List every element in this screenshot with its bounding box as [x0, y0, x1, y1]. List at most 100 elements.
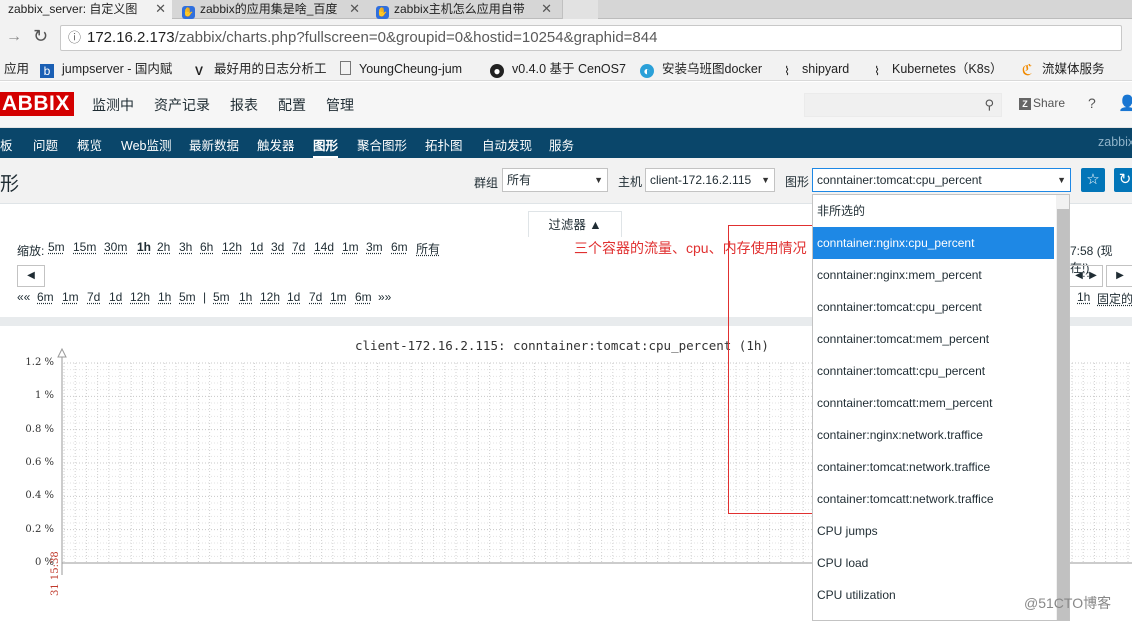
nav-link[interactable]: 5m [213, 290, 230, 304]
dropdown-option[interactable]: 非所选的 [813, 195, 1054, 227]
dropdown-option[interactable]: conntainer:nginx:cpu_percent [813, 227, 1054, 259]
filter-tab[interactable]: 过滤器 ▲ [528, 211, 622, 237]
menu-inventory[interactable]: 资产记录 [154, 95, 210, 115]
fullscreen-button[interactable]: ↻ [1114, 168, 1132, 192]
zoom-option[interactable]: 30m [104, 240, 127, 254]
dropdown-option[interactable]: CPU jumps [813, 515, 1054, 547]
search-icon[interactable]: ⚲ [984, 97, 994, 113]
nav-link[interactable]: 1d [287, 290, 300, 304]
back-arrow-icon[interactable]: → [6, 28, 22, 46]
scroll-handle[interactable]: ◀∷▶ [1069, 265, 1103, 287]
zoom-option[interactable]: 1d [250, 240, 263, 254]
nav-link[interactable]: 5m [179, 290, 196, 304]
nav-period[interactable]: 1h [1077, 290, 1090, 304]
dropdown-option[interactable]: conntainer:tomcat:mem_percent [813, 323, 1054, 355]
zabbix-logo[interactable]: ABBIX [0, 92, 74, 116]
group-select[interactable]: 所有 ▼ [502, 168, 608, 192]
nav-link[interactable]: 1h [158, 290, 171, 304]
nav-link[interactable]: 6m [37, 290, 54, 304]
dropdown-option[interactable]: conntainer:nginx:mem_percent [813, 259, 1054, 291]
browser-tab-baidu-2[interactable]: ✋ zabbix主机怎么应用自带 ✕ [368, 0, 558, 19]
zoom-option[interactable]: 5m [48, 240, 65, 254]
tab-latest-data[interactable]: 最新数据 [189, 135, 239, 154]
scroll-left-button[interactable]: ◀ [17, 265, 45, 287]
tab-overview[interactable]: 概览 [77, 135, 102, 154]
close-icon[interactable]: ✕ [541, 0, 552, 18]
nav-link[interactable]: 1d [109, 290, 122, 304]
dropdown-option[interactable]: conntainer:tomcat:cpu_percent [813, 291, 1054, 323]
nav-link[interactable]: 1m [330, 290, 347, 304]
bookmark-jumpserver[interactable]: b jumpserver - 国内赋 [40, 60, 172, 78]
bookmark-shipyard[interactable]: ⌇ shipyard [780, 60, 849, 78]
dropdown-scrollbar[interactable] [1056, 195, 1069, 620]
zoom-option[interactable]: 3m [366, 240, 383, 254]
nav-link[interactable]: 6m [355, 290, 372, 304]
dropdown-option[interactable]: conntainer:tomcatt:cpu_percent [813, 355, 1054, 387]
graph-select[interactable]: conntainer:tomcat:cpu_percent ▼ [812, 168, 1071, 192]
bookmark-streaming[interactable]: ℭ 流媒体服务 [1020, 60, 1105, 78]
tab-triggers[interactable]: 触发器 [257, 135, 295, 154]
nav-fixed[interactable]: 固定的 [1097, 290, 1132, 307]
browser-tab-zabbix[interactable]: zabbix_server: 自定义图 ✕ [0, 0, 172, 19]
zoom-option[interactable]: 1m [342, 240, 359, 254]
tab-discovery[interactable]: 自动发现 [482, 135, 532, 154]
dropdown-option[interactable]: CPU utilization [813, 579, 1054, 611]
close-icon[interactable]: ✕ [349, 0, 360, 18]
zoom-option[interactable]: 12h [222, 240, 242, 254]
bookmark-apps[interactable]: 应用 [4, 60, 29, 78]
favorite-star-button[interactable]: ☆ [1081, 168, 1105, 192]
nav-link[interactable]: 7d [309, 290, 322, 304]
tab-graphs[interactable]: 图形 [313, 135, 339, 159]
nav-link[interactable]: 7d [87, 290, 100, 304]
help-icon[interactable]: ? [1088, 95, 1096, 111]
tab-screens[interactable]: 聚合图形 [357, 135, 407, 154]
bookmark-kubernetes[interactable]: ⌇ Kubernetes（K8s） [870, 60, 1002, 78]
nav-link[interactable]: 1h [239, 290, 252, 304]
menu-administration[interactable]: 管理 [326, 95, 354, 115]
zoom-option[interactable]: 所有 [416, 240, 440, 257]
dropdown-option[interactable]: conntainer:tomcatt:mem_percent [813, 387, 1054, 419]
browser-tab-baidu-1[interactable]: ✋ zabbix的应用集是啥_百度 ✕ [174, 0, 366, 19]
tab-problems[interactable]: 问题 [33, 135, 58, 154]
tab-maps[interactable]: 拓扑图 [425, 135, 463, 154]
zoom-option[interactable]: 7d [292, 240, 305, 254]
zoom-option[interactable]: 15m [73, 240, 96, 254]
page-info-icon[interactable]: ⓘ [68, 26, 81, 50]
close-icon[interactable]: ✕ [155, 0, 166, 18]
zoom-option[interactable]: 14d [314, 240, 334, 254]
tab-dashboard[interactable]: 板 [0, 135, 13, 154]
new-tab-button[interactable] [562, 0, 598, 19]
dropdown-option[interactable]: container:tomcatt:network.traffice [813, 483, 1054, 515]
reload-icon[interactable]: ↻ [33, 26, 48, 47]
search-input[interactable]: ⚲ [804, 93, 1002, 117]
nav-link[interactable]: 12h [260, 290, 280, 304]
nav-link[interactable]: »» [378, 290, 391, 304]
zoom-option[interactable]: 2h [157, 240, 170, 254]
dropdown-option[interactable]: Disk space usage / [813, 611, 1054, 620]
bookmark-centos[interactable]: ● v0.4.0 基于 CenOS7 [490, 60, 626, 78]
dropdown-option[interactable]: container:tomcat:network.traffice [813, 451, 1054, 483]
nav-link[interactable]: 12h [130, 290, 150, 304]
graph-dropdown-list[interactable]: 非所选的 conntainer:nginx:cpu_percent conntain… [812, 194, 1070, 621]
share-button[interactable]: Z Share [1019, 96, 1065, 110]
scroll-right-button[interactable]: ▶ [1106, 265, 1132, 287]
menu-configuration[interactable]: 配置 [278, 95, 306, 115]
nav-link[interactable]: «« [17, 290, 30, 304]
zoom-option[interactable]: 6m [391, 240, 408, 254]
zoom-option[interactable]: 3h [179, 240, 192, 254]
host-select[interactable]: client-172.16.2.115 ▼ [645, 168, 775, 192]
menu-reports[interactable]: 报表 [230, 95, 258, 115]
user-icon[interactable]: 👤 [1118, 94, 1132, 112]
menu-monitoring[interactable]: 监测中 [92, 95, 134, 115]
zoom-option[interactable]: 3d [271, 240, 284, 254]
tab-services[interactable]: 服务 [549, 135, 574, 154]
tab-web[interactable]: Web监测 [121, 135, 171, 154]
bookmark-docker[interactable]: ◐ 安装乌班图docker [640, 60, 762, 78]
zoom-option[interactable]: 1h [137, 240, 151, 254]
dropdown-option[interactable]: container:nginx:network.traffice [813, 419, 1054, 451]
scrollbar-thumb[interactable] [1057, 209, 1069, 620]
bookmark-youngcheung[interactable]: YoungCheung-jum [340, 60, 462, 78]
dropdown-option[interactable]: CPU load [813, 547, 1054, 579]
bookmark-log-tool[interactable]: V 最好用的日志分析工 [192, 60, 327, 78]
nav-link[interactable]: 1m [62, 290, 79, 304]
